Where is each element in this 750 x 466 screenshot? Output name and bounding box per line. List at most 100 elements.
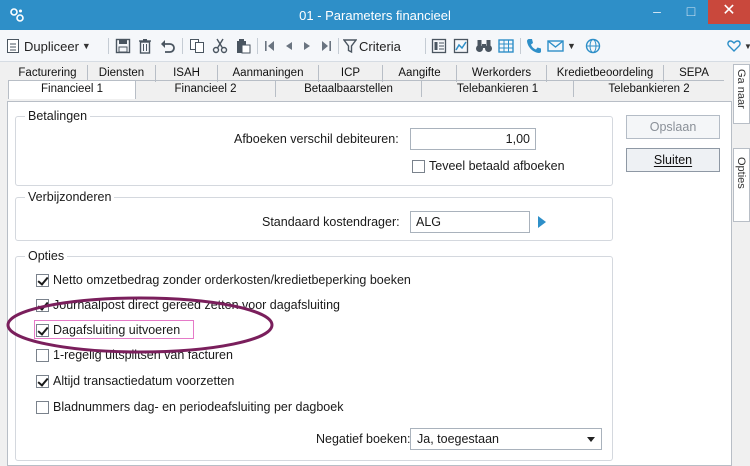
optie-dagafsluiting-label: Dagafsluiting uitvoeren	[53, 323, 181, 337]
side-tab-opties[interactable]: Opties	[733, 148, 750, 222]
tab-bar: Facturering Diensten ISAH Aanmaningen IC…	[0, 62, 732, 102]
globe-icon	[585, 38, 601, 54]
graph-button[interactable]	[453, 37, 469, 55]
favorites-button[interactable]: ▼	[727, 37, 750, 55]
next-record-button[interactable]	[302, 37, 312, 55]
optie-journaalpost-label: Journaalpost direct gereed zetten voor d…	[53, 298, 340, 312]
chevron-down-icon: ▼	[81, 41, 91, 51]
filter-icon	[343, 39, 357, 54]
optie-dagafsluiting-row[interactable]: Dagafsluiting uitvoeren	[36, 323, 180, 337]
teveel-checkbox-row[interactable]: Teveel betaald afboeken	[412, 159, 565, 173]
lookup-arrow-icon[interactable]	[538, 216, 546, 228]
save-toolbar-button[interactable]	[115, 37, 131, 55]
chevron-down-icon	[587, 437, 595, 442]
optie-uitsplitsen-row[interactable]: 1-regelig uitsplitsen van facturen	[36, 348, 233, 362]
tab-betaalbaarstellen[interactable]: Betaalbaarstellen	[276, 80, 422, 97]
undo-icon	[161, 40, 175, 53]
report-icon	[431, 38, 447, 54]
cut-button[interactable]	[212, 37, 228, 55]
close-window-button[interactable]: ✕	[708, 0, 750, 24]
opslaan-button[interactable]: Opslaan	[626, 115, 720, 139]
tab-panel-financieel-1: Betalingen Afboeken verschil debiteuren:…	[7, 101, 732, 466]
copy-button[interactable]	[189, 37, 205, 55]
skip-first-icon	[265, 41, 274, 51]
first-record-button[interactable]	[264, 37, 276, 55]
optie-bladnummers-row[interactable]: Bladnummers dag- en periodeafsluiting pe…	[36, 400, 343, 414]
group-title-betalingen: Betalingen	[25, 109, 91, 123]
chevron-down-icon: ▼	[567, 41, 576, 51]
negatief-value: Ja, toegestaan	[417, 432, 500, 446]
criteria-label: Criteria	[359, 38, 401, 54]
next-icon	[304, 42, 310, 50]
chevron-down-icon: ▼	[744, 41, 750, 51]
delete-button[interactable]	[138, 37, 152, 55]
group-opties: Opties Netto omzetbedrag zonder orderkos…	[15, 249, 613, 461]
toolbar: Dupliceer ▼ Criteria ▼ ▼	[0, 30, 750, 62]
optie-transactiedatum-checkbox[interactable]	[36, 374, 49, 388]
web-button[interactable]	[585, 37, 601, 55]
teveel-label: Teveel betaald afboeken	[429, 159, 565, 173]
phone-icon	[527, 39, 541, 53]
optie-netto-omzet-row[interactable]: Netto omzetbedrag zonder orderkosten/kre…	[36, 273, 411, 287]
clipboard-icon	[237, 39, 251, 54]
group-title-verbijzonderen: Verbijzonderen	[25, 190, 115, 204]
negatief-select[interactable]: Ja, toegestaan	[410, 428, 602, 450]
optie-uitsplitsen-label: 1-regelig uitsplitsen van facturen	[53, 348, 233, 362]
kostendrager-label: Standaard kostendrager:	[262, 215, 400, 229]
tab-telebankieren-2[interactable]: Telebankieren 2	[574, 80, 724, 97]
group-title-opties: Opties	[25, 249, 68, 263]
group-verbijzonderen: Verbijzonderen Standaard kostendrager: A…	[15, 190, 613, 241]
trash-icon	[139, 39, 151, 54]
mail-icon	[547, 40, 564, 52]
find-button[interactable]	[475, 37, 493, 55]
binoculars-icon	[476, 40, 492, 52]
optie-journaalpost-row[interactable]: Journaalpost direct gereed zetten voor d…	[36, 298, 340, 312]
group-betalingen: Betalingen Afboeken verschil debiteuren:…	[15, 109, 613, 186]
title-bar[interactable]: 01 - Parameters financieel – □ ✕	[0, 0, 750, 30]
optie-transactiedatum-label: Altijd transactiedatum voorzetten	[53, 374, 235, 388]
paste-button[interactable]	[235, 37, 251, 55]
optie-netto-omzet-checkbox[interactable]	[36, 273, 49, 287]
negatief-label: Negatief boeken:	[316, 432, 411, 446]
heart-icon	[727, 40, 741, 52]
email-button[interactable]: ▼	[547, 37, 576, 55]
scissors-icon	[212, 38, 228, 54]
previous-record-button[interactable]	[284, 37, 294, 55]
undo-button[interactable]	[160, 37, 176, 55]
criteria-button[interactable]: Criteria	[343, 37, 401, 55]
last-record-button[interactable]	[320, 37, 332, 55]
sluiten-button[interactable]: Sluiten	[626, 148, 720, 172]
afboeken-input[interactable]: 1,00	[410, 128, 536, 150]
teveel-checkbox[interactable]	[412, 159, 425, 173]
report-button[interactable]	[431, 37, 447, 55]
optie-bladnummers-checkbox[interactable]	[36, 400, 49, 414]
side-tab-opties-label: Opties	[735, 157, 747, 189]
maximize-button[interactable]: □	[674, 0, 708, 24]
previous-icon	[286, 42, 292, 50]
save-icon	[115, 38, 131, 54]
duplicate-label: Dupliceer	[24, 38, 79, 54]
call-button[interactable]	[526, 37, 542, 55]
optie-journaalpost-checkbox[interactable]	[36, 298, 49, 312]
side-tab-ga-naar-label: Ga naar	[735, 69, 747, 109]
window-title: 01 - Parameters financieel	[299, 8, 451, 23]
duplicate-button[interactable]: Dupliceer ▼	[6, 37, 91, 55]
minimize-button[interactable]: –	[640, 0, 674, 24]
tab-row-bottom: Financieel 1 Financieel 2 Betaalbaarstel…	[0, 80, 732, 99]
afboeken-label: Afboeken verschil debiteuren:	[234, 132, 399, 146]
optie-dagafsluiting-checkbox[interactable]	[36, 323, 49, 337]
side-tab-strip: Ga naar Opties	[733, 62, 750, 466]
grid-button[interactable]	[498, 37, 514, 55]
parameters-window: 01 - Parameters financieel – □ ✕ Duplice…	[0, 0, 750, 466]
tab-financieel-1[interactable]: Financieel 1	[8, 80, 136, 99]
copy-icon	[190, 39, 204, 53]
optie-transactiedatum-row[interactable]: Altijd transactiedatum voorzetten	[36, 374, 234, 388]
document-icon	[7, 39, 19, 53]
side-tab-ga-naar[interactable]: Ga naar	[733, 64, 750, 124]
tab-financieel-2[interactable]: Financieel 2	[136, 80, 276, 97]
optie-bladnummers-label: Bladnummers dag- en periodeafsluiting pe…	[53, 400, 344, 414]
kostendrager-input[interactable]: ALG	[410, 211, 530, 233]
optie-uitsplitsen-checkbox[interactable]	[36, 348, 49, 362]
grid-icon	[498, 39, 514, 53]
tab-telebankieren-1[interactable]: Telebankieren 1	[422, 80, 574, 97]
